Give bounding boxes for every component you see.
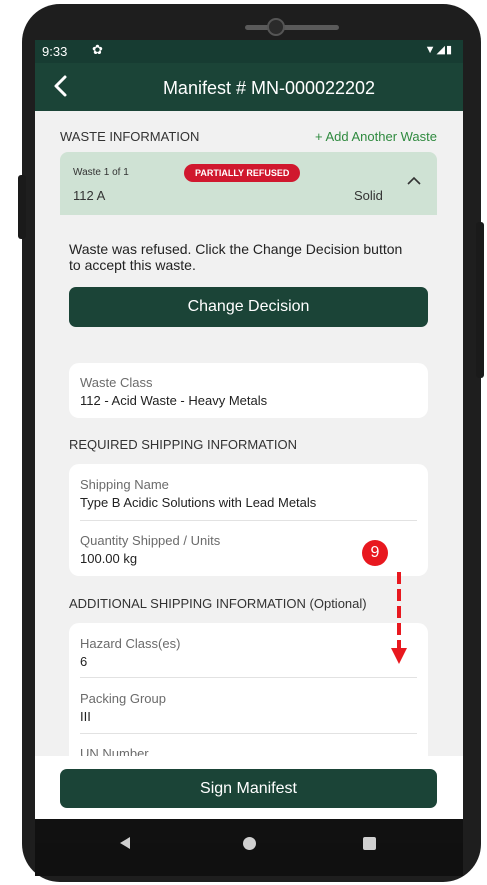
front-camera bbox=[267, 18, 285, 36]
divider bbox=[80, 520, 417, 521]
additional-shipping-heading: ADDITIONAL SHIPPING INFORMATION (Optiona… bbox=[69, 596, 367, 611]
waste-class-label: Waste Class bbox=[80, 375, 153, 390]
phone-side-button-left bbox=[18, 175, 26, 239]
scroll-down-arrow-icon bbox=[391, 572, 407, 664]
app-bar: Manifest # MN-000022202 bbox=[35, 63, 463, 111]
refused-message: Waste was refused. Click the Change Deci… bbox=[69, 241, 403, 273]
packing-group-label: Packing Group bbox=[80, 691, 166, 706]
waste-class-value: 112 - Acid Waste - Heavy Metals bbox=[80, 393, 268, 408]
sign-manifest-button[interactable]: Sign Manifest bbox=[60, 769, 437, 808]
change-decision-button[interactable]: Change Decision bbox=[69, 287, 428, 327]
status-time: 9:33 bbox=[42, 44, 68, 59]
phone-screen: 9:33 ✿ ▼◢▮ Manifest # MN-000022202 WASTE… bbox=[35, 40, 463, 843]
nav-recent-apps-icon[interactable] bbox=[363, 837, 376, 850]
waste-information-heading: WASTE INFORMATION bbox=[60, 129, 200, 144]
status-badge: PARTIALLY REFUSED bbox=[184, 164, 301, 182]
packing-group-value[interactable]: III bbox=[80, 709, 91, 724]
required-shipping-heading: REQUIRED SHIPPING INFORMATION bbox=[69, 437, 297, 452]
waste-count: Waste 1 of 1 bbox=[73, 167, 129, 178]
shipping-name-label: Shipping Name bbox=[80, 477, 169, 492]
waste-code: 112 A bbox=[73, 188, 106, 203]
page-title: Manifest # MN-000022202 bbox=[162, 78, 376, 98]
waste-class-card[interactable]: Waste Class 112 - Acid Waste - Heavy Met… bbox=[69, 363, 428, 418]
hazard-class-label: Hazard Class(es) bbox=[80, 636, 181, 651]
waste-type: Solid bbox=[354, 188, 383, 203]
nav-back-icon[interactable] bbox=[118, 836, 132, 850]
phone-side-button-right bbox=[476, 222, 484, 378]
status-bar: 9:33 ✿ ▼◢▮ bbox=[35, 40, 463, 63]
divider bbox=[80, 677, 417, 678]
hazard-class-value[interactable]: 6 bbox=[80, 654, 87, 669]
waste-accordion-header[interactable]: Waste 1 of 1 PARTIALLY REFUSED 112 A Sol… bbox=[60, 152, 437, 215]
nav-home-icon[interactable] bbox=[243, 837, 256, 850]
earpiece bbox=[245, 25, 339, 30]
status-icons: ▼◢▮ bbox=[424, 44, 453, 56]
gear-icon: ✿ bbox=[92, 42, 103, 57]
quantity-value[interactable]: 100.00 kg bbox=[80, 551, 137, 566]
quantity-label: Quantity Shipped / Units bbox=[80, 533, 221, 548]
chevron-up-icon[interactable] bbox=[406, 176, 422, 186]
add-another-waste-link[interactable]: + Add Another Waste bbox=[315, 129, 437, 144]
divider bbox=[80, 733, 417, 734]
step-marker: 9 bbox=[362, 540, 388, 566]
shipping-name-value[interactable]: Type B Acidic Solutions with Lead Metals bbox=[80, 495, 316, 510]
